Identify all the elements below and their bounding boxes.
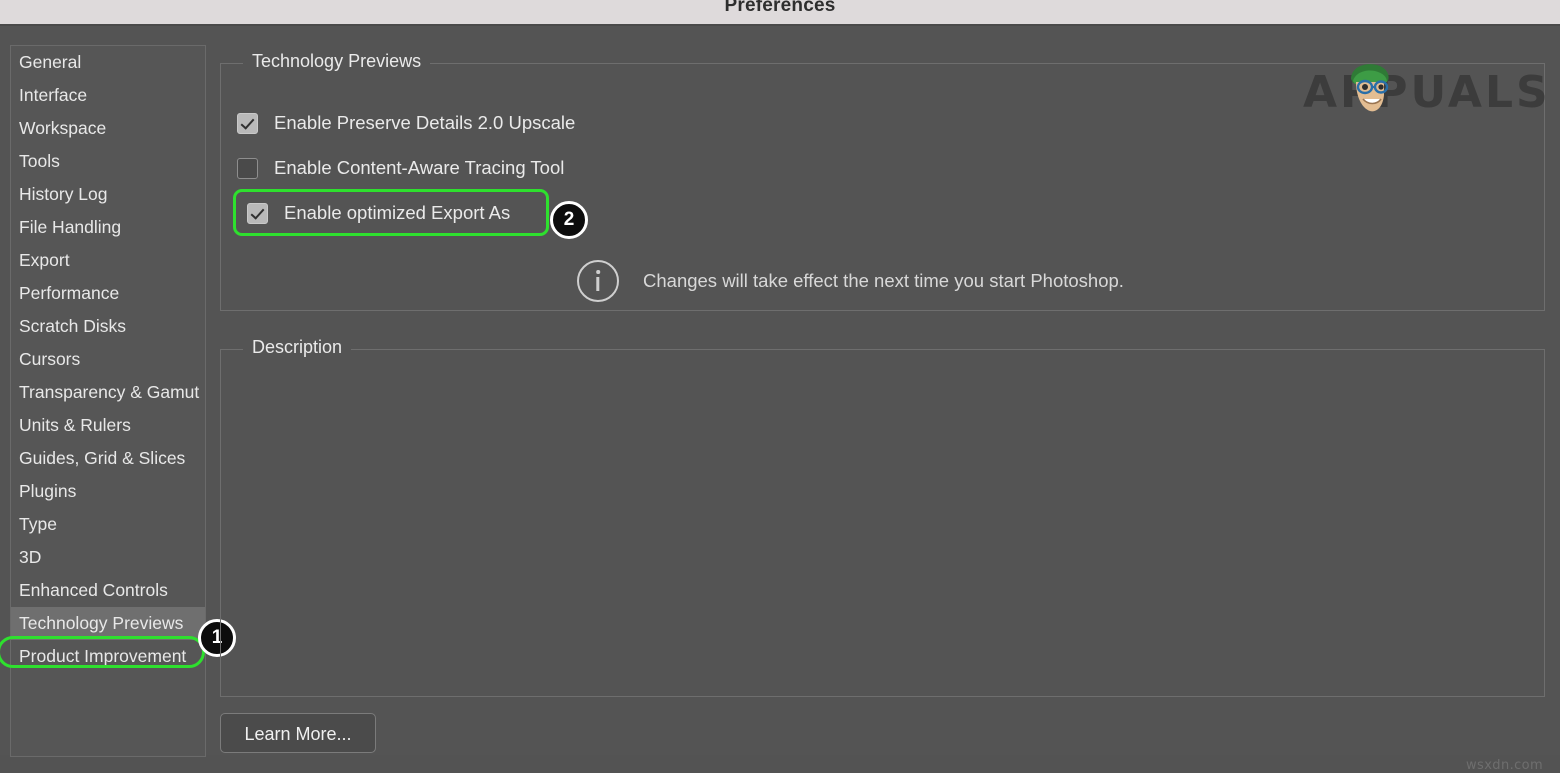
sidebar-item-label: Guides, Grid & Slices (19, 448, 186, 468)
sidebar-item-label: Type (19, 514, 57, 534)
callout-badge-2: 2 (550, 201, 588, 239)
checkbox-row-optimized-export-as[interactable]: Enable optimized Export As (247, 200, 510, 226)
sidebar-item-export[interactable]: Export (11, 244, 205, 277)
sidebar-item-guides-grid-slices[interactable]: Guides, Grid & Slices (11, 442, 205, 475)
sidebar-item-label: Scratch Disks (19, 316, 126, 336)
sidebar-item-units-rulers[interactable]: Units & Rulers (11, 409, 205, 442)
info-icon (577, 260, 619, 302)
sidebar-item-label: Product Improvement (19, 646, 187, 666)
sidebar-item-label: Plugins (19, 481, 77, 501)
learn-more-button[interactable]: Learn More... (220, 713, 376, 753)
sidebar-item-history-log[interactable]: History Log (11, 178, 205, 211)
checkbox-label-optimized-export-as: Enable optimized Export As (284, 202, 511, 223)
checkbox-enable-optimized-export-as[interactable] (247, 202, 268, 224)
sidebar-item-label: Transparency & Gamut (19, 382, 200, 402)
sidebar-item-enhanced-controls[interactable]: Enhanced Controls (11, 574, 205, 607)
sidebar-item-tools[interactable]: Tools (11, 145, 205, 178)
sidebar-item-label: File Handling (19, 217, 122, 237)
sidebar-item-cursors[interactable]: Cursors (11, 343, 205, 376)
preferences-content-pane: Technology Previews Enable Preserve Deta… (220, 45, 1547, 757)
description-legend: Description (243, 337, 352, 358)
sidebar-item-label: Cursors (19, 349, 81, 369)
checkbox-enable-preserve-details-2-0-upscale[interactable] (237, 112, 258, 134)
sidebar-item-label: Performance (19, 283, 120, 303)
checkbox-label-content-aware-tracing: Enable Content-Aware Tracing Tool (274, 157, 565, 178)
checkbox-row-preserve-details[interactable]: Enable Preserve Details 2.0 Upscale (237, 110, 575, 136)
sidebar-item-technology-previews[interactable]: Technology Previews (11, 607, 205, 640)
checkbox-enable-content-aware-tracing-tool[interactable] (237, 157, 258, 179)
info-note-text: Changes will take effect the next time y… (643, 270, 1124, 291)
technology-previews-group: Technology Previews Enable Preserve Deta… (220, 51, 1545, 311)
sidebar-item-label: Export (19, 250, 70, 270)
sidebar-item-label: Workspace (19, 118, 107, 138)
sidebar-item-general[interactable]: General (11, 46, 205, 79)
sidebar-item-file-handling[interactable]: File Handling (11, 211, 205, 244)
sidebar-item-label: Enhanced Controls (19, 580, 168, 600)
sidebar-item-label: Interface (19, 85, 88, 105)
sidebar-item-scratch-disks[interactable]: Scratch Disks (11, 310, 205, 343)
sidebar-item-label: 3D (19, 547, 42, 567)
page-title: Preferences (724, 0, 836, 16)
technology-previews-legend: Technology Previews (243, 51, 431, 72)
sidebar-item-transparency-gamut[interactable]: Transparency & Gamut (11, 376, 205, 409)
checkbox-row-content-aware-tracing[interactable]: Enable Content-Aware Tracing Tool (237, 155, 564, 181)
checkbox-label-preserve-details: Enable Preserve Details 2.0 Upscale (274, 112, 576, 133)
description-group: Description (220, 337, 1545, 697)
info-note: Changes will take effect the next time y… (577, 260, 1124, 302)
sidebar-item-label: Units & Rulers (19, 415, 131, 435)
window-title-bar: Preferences (0, 0, 1560, 26)
sidebar-item-label: Tools (19, 151, 60, 171)
sidebar-item-type[interactable]: Type (11, 508, 205, 541)
sidebar-item-interface[interactable]: Interface (11, 79, 205, 112)
sidebar-item-label: History Log (19, 184, 108, 204)
sidebar-item-workspace[interactable]: Workspace (11, 112, 205, 145)
sidebar-item-product-improvement[interactable]: Product Improvement (11, 640, 205, 673)
preferences-dialog-body: General Interface Workspace Tools History Lo… (0, 26, 1560, 773)
sidebar-item-performance[interactable]: Performance (11, 277, 205, 310)
preferences-category-sidebar[interactable]: General Interface Workspace Tools History Lo… (10, 45, 206, 757)
sidebar-item-label: General (19, 52, 82, 72)
sidebar-item-label: Technology Previews (19, 613, 184, 633)
site-watermark: wsxdn.com (1466, 758, 1544, 773)
sidebar-item-3d[interactable]: 3D (11, 541, 205, 574)
sidebar-item-plugins[interactable]: Plugins (11, 475, 205, 508)
